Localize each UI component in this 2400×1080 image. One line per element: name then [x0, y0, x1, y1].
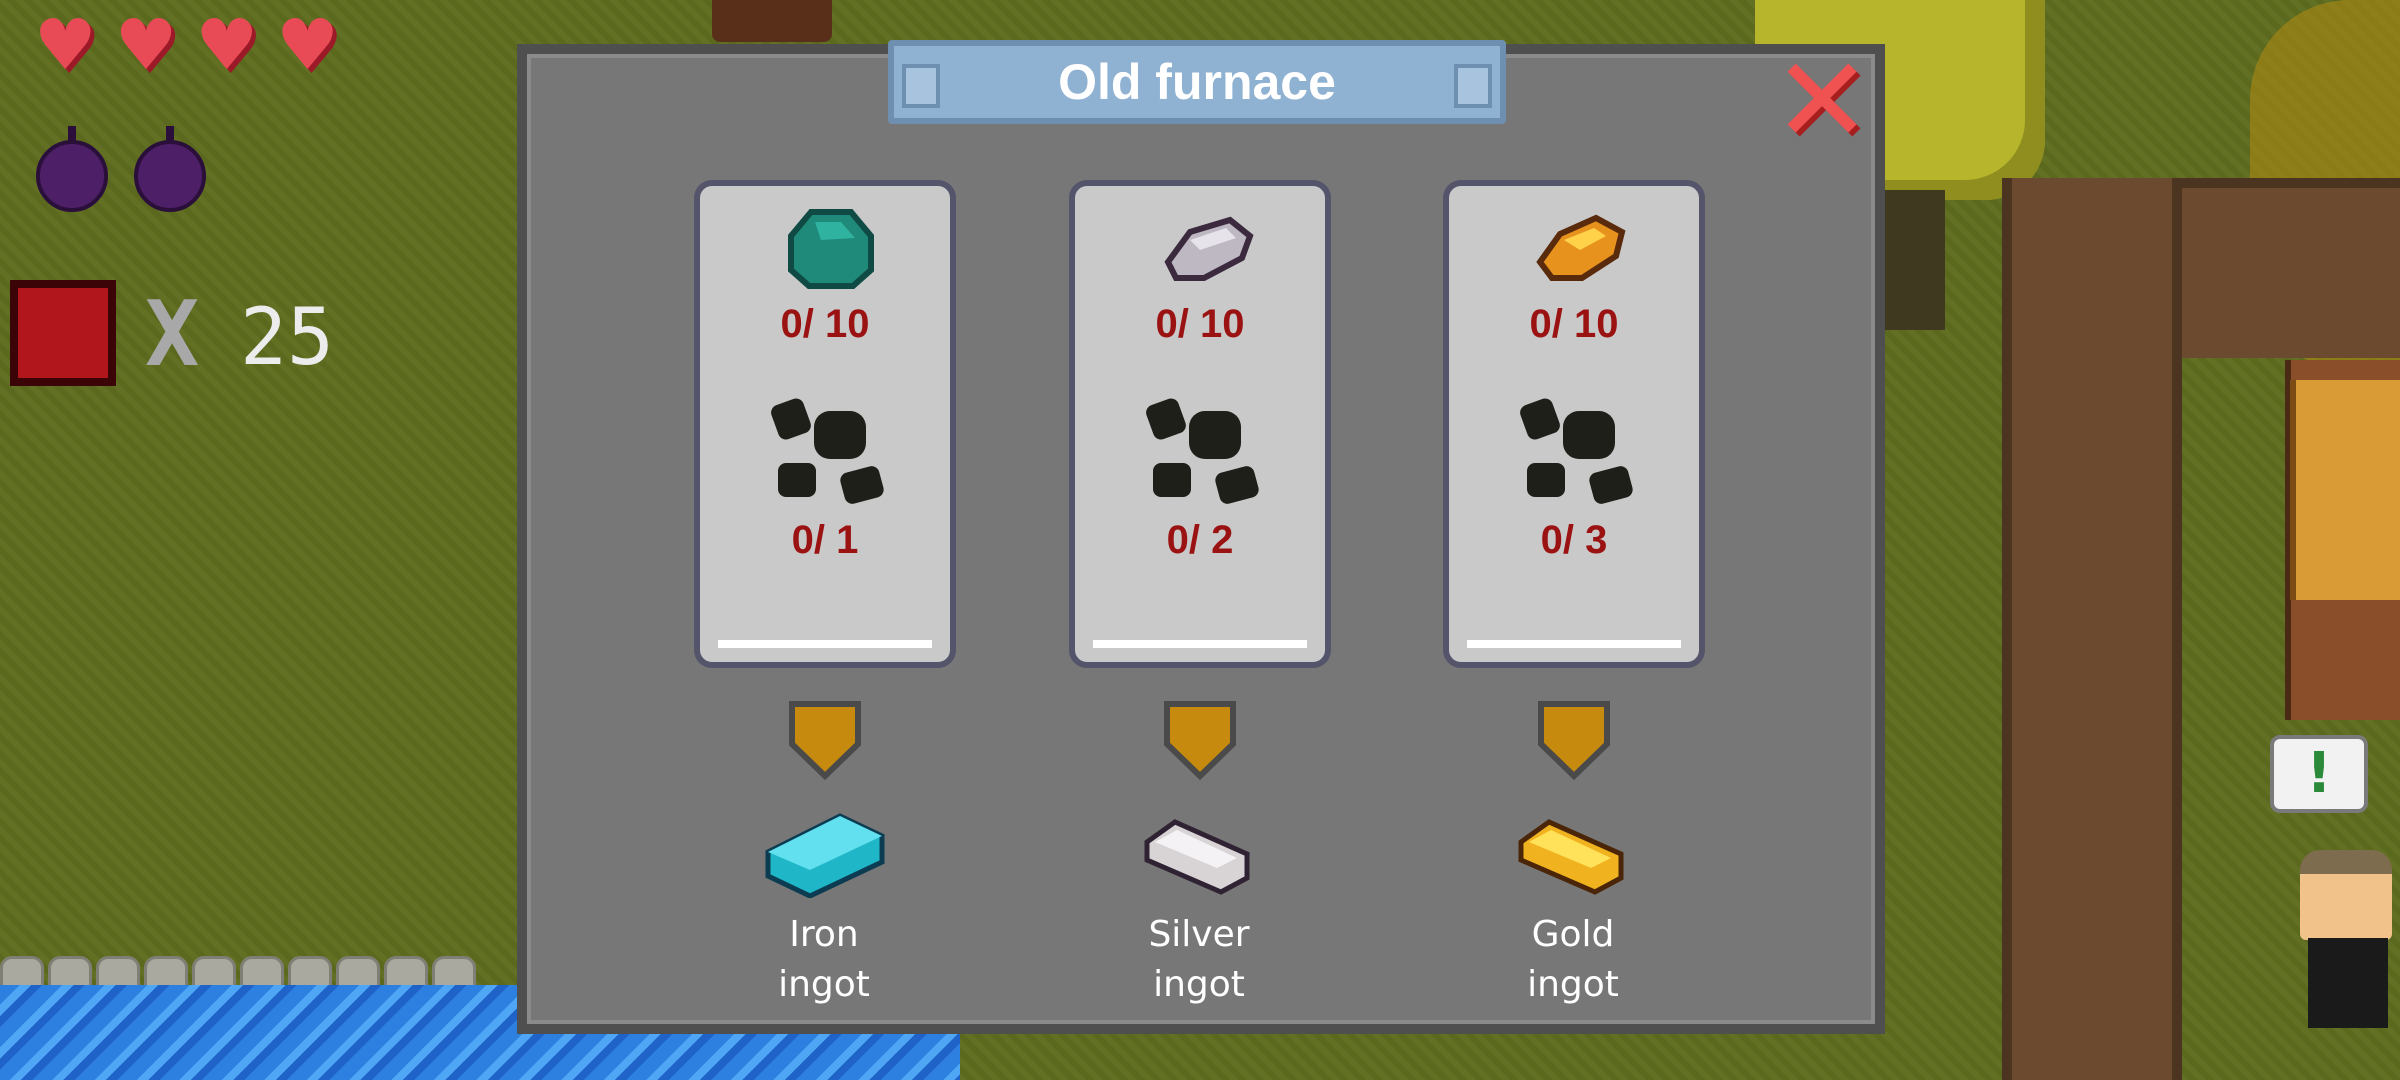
coal-icon: [768, 396, 890, 511]
iron-ore-icon: [788, 209, 874, 289]
tree-stump: [712, 0, 832, 42]
heart-icon: ♥: [276, 4, 340, 86]
ore-progress: 0/ 10: [1155, 302, 1245, 346]
dialog-title-banner: Old furnace: [888, 40, 1506, 124]
progress-bar: [718, 640, 932, 648]
progress-bar: [1093, 640, 1307, 648]
output-label-silver: Silver ingot: [1148, 914, 1250, 1005]
coal-icon: [1517, 396, 1639, 511]
progress-bar: [1467, 640, 1681, 648]
heart-icon: ♥: [114, 4, 178, 86]
npc-speech-bubble[interactable]: !: [2270, 735, 2368, 813]
silver-ore-icon: [1164, 216, 1254, 281]
bomb-inventory: [36, 126, 206, 212]
coal-icon: [1143, 396, 1265, 511]
silver-ingot-icon: [1144, 819, 1250, 895]
heart-icon: ♥: [195, 4, 259, 86]
house-roof: [2290, 380, 2400, 600]
bomb-icon: [134, 126, 206, 212]
recipe-card-gold[interactable]: 0/ 10 0/ 3: [1443, 180, 1705, 668]
red-gem-icon: [10, 280, 116, 386]
coal-progress: 0/ 3: [1540, 518, 1608, 562]
bomb-icon: [36, 126, 108, 212]
ore-progress: 0/ 10: [1529, 302, 1619, 346]
gold-ingot-icon: [1518, 819, 1624, 895]
output-label-gold: Gold ingot: [1527, 914, 1619, 1005]
arrow-down-icon: [1164, 701, 1236, 780]
tree-trunk: [1885, 190, 1945, 330]
resource-count: 25: [240, 293, 334, 383]
npc-body[interactable]: [2308, 938, 2388, 1028]
recipe-card-iron[interactable]: 0/ 10 0/ 1: [694, 180, 956, 668]
close-icon[interactable]: ✕: [1772, 41, 1872, 159]
npc-head[interactable]: [2300, 850, 2392, 940]
multiplier-icon: X: [145, 282, 200, 387]
recipe-card-silver[interactable]: 0/ 10 0/ 2: [1069, 180, 1331, 668]
coal-progress: 0/ 2: [1166, 518, 1234, 562]
coal-progress: 0/ 1: [791, 518, 859, 562]
arrow-down-icon: [1538, 701, 1610, 780]
heart-icon: ♥: [34, 4, 97, 86]
health-hearts: ♥ ♥ ♥ ♥: [34, 10, 339, 80]
ore-progress: 0/ 10: [780, 302, 870, 346]
iron-ingot-icon: [765, 813, 885, 898]
dirt-path-vertical: [2002, 178, 2182, 1080]
dialog-title: Old furnace: [1058, 54, 1336, 110]
output-label-iron: Iron ingot: [778, 914, 870, 1005]
arrow-down-icon: [789, 701, 861, 780]
gold-ore-icon: [1536, 214, 1626, 281]
